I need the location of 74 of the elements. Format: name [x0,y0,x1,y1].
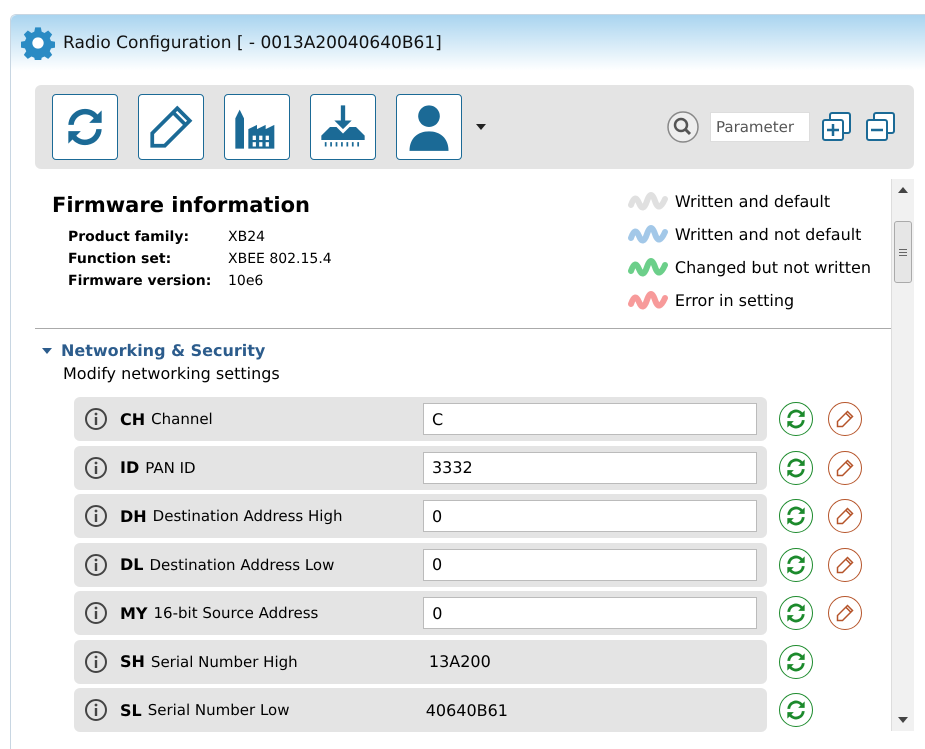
info-icon[interactable] [84,698,108,722]
pencil-icon [835,409,855,429]
firmware-label: Firmware version: [68,273,212,289]
parameter-name: Destination Address Low [149,556,336,574]
firmware-value: XBEE 802.15.4 [228,251,332,267]
parameter-name: Destination Address High [152,507,344,525]
gear-icon [21,26,55,60]
collapse-all-button[interactable] [864,110,898,144]
parameter-code: SL [120,700,142,720]
parameter-name: Channel [151,410,214,428]
read-button[interactable] [779,402,813,436]
parameter-code: DH [120,506,147,526]
info-icon[interactable] [84,456,108,480]
info-icon[interactable] [84,552,108,576]
pencil-icon [835,603,855,623]
parameter-code: DL [120,555,144,574]
info-icon[interactable] [84,601,108,625]
read-button[interactable] [779,548,813,582]
firmware-value: 10e6 [228,273,264,289]
parameter-name: Serial Number High [150,652,299,670]
legend-label: Written and default [674,192,830,210]
parameter-input[interactable]: 0 [423,597,757,629]
firmware-label: Function set: [68,251,172,267]
scroll-thumb[interactable] [894,221,912,283]
read-button[interactable] [779,644,813,678]
parameter-value: 13A200 [428,652,491,671]
update-button[interactable] [310,94,376,160]
parameter-input[interactable]: 0 [423,548,757,580]
info-icon[interactable] [84,650,108,674]
parameter-code: SH [120,652,145,671]
scrollbar[interactable] [891,179,914,731]
write-button[interactable] [138,94,204,160]
section-title[interactable]: Networking & Security [61,341,266,360]
scroll-down-arrow-icon[interactable] [898,717,908,723]
firmware-title: Firmware information [52,193,311,217]
read-button[interactable] [779,499,813,533]
firmware-label: Product family: [68,229,190,245]
write-button[interactable] [828,596,862,630]
write-button[interactable] [828,450,862,484]
pencil-icon [835,458,855,478]
search-icon[interactable] [666,110,700,144]
profile-button[interactable] [396,94,462,160]
legend-label: Error in setting [674,290,794,310]
parameter-code: ID [120,458,140,477]
window-title: Radio Configuration [ - 0013A20040640B61] [63,33,442,53]
write-button[interactable] [828,402,862,436]
pencil-icon [835,554,855,574]
legend-label: Changed but not written [674,258,871,276]
parameter-name: PAN ID [145,458,197,476]
write-button[interactable] [828,548,862,582]
parameter-value: 40640B61 [426,700,508,720]
pencil-icon [835,506,855,526]
read-button[interactable] [779,450,813,484]
parameter-input[interactable]: 0 [423,500,757,532]
parameter-name: 16-bit Source Address [154,604,320,622]
expand-all-button[interactable] [820,110,854,144]
legend-label: Written and not default [674,224,862,244]
section-description: Modify networking settings [63,364,281,383]
read-button[interactable] [779,596,813,630]
parameter-name: Serial Number Low [148,701,290,719]
read-button[interactable] [52,94,118,160]
scroll-up-arrow-icon[interactable] [898,187,908,193]
grip-icon [899,248,907,256]
parameter-input[interactable]: C [423,403,757,435]
info-icon[interactable] [84,407,108,431]
parameter-code: MY [120,604,148,622]
defaults-button[interactable] [224,94,290,160]
parameter-input[interactable]: 3332 [423,452,757,484]
parameter-code: CH [120,410,146,428]
read-button[interactable] [779,693,813,727]
info-icon[interactable] [84,504,108,528]
firmware-value: XB24 [228,229,266,245]
write-button[interactable] [828,499,862,533]
search-field[interactable]: Parameter [710,112,810,142]
